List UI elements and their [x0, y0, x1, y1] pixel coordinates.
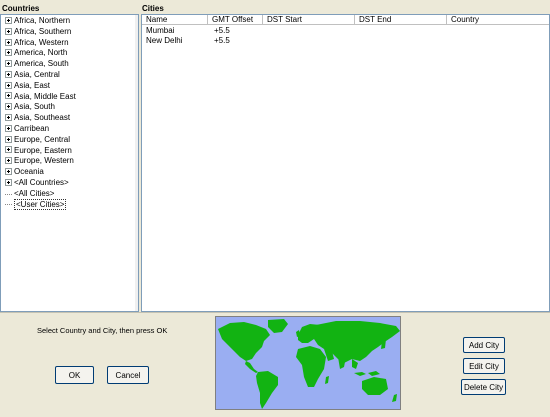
ok-button[interactable]: OK: [55, 366, 94, 384]
expand-plus-icon[interactable]: [5, 103, 12, 111]
tree-item-label: <All Cities>: [14, 188, 55, 198]
tree-item[interactable]: Europe, Eastern: [1, 146, 138, 157]
tree-item[interactable]: <User Cities>: [1, 198, 138, 211]
countries-tree[interactable]: Africa, Northern Africa, Southern Africa, …: [0, 14, 139, 312]
tree-item-label: America, North: [14, 48, 68, 58]
city-name: Mumbai: [146, 26, 175, 35]
tree-item[interactable]: Asia, East: [1, 81, 138, 92]
tree-item-label: Carribean: [14, 123, 50, 133]
expand-plus-icon[interactable]: [5, 38, 12, 46]
tree-item[interactable]: Oceania: [1, 167, 138, 178]
countries-pane-title: Countries: [2, 4, 40, 13]
expand-plus-icon[interactable]: [5, 92, 12, 100]
tree-item[interactable]: Asia, Middle East: [1, 92, 138, 103]
city-gmt-offset: +5.5: [214, 26, 230, 35]
tree-item-label: <All Countries>: [14, 177, 69, 187]
world-map: [215, 316, 401, 410]
tree-item-label: Africa, Western: [14, 37, 69, 47]
expand-plus-icon[interactable]: [5, 135, 12, 143]
table-row[interactable]: Mumbai +5.5: [142, 26, 549, 36]
expand-plus-icon[interactable]: [5, 178, 12, 186]
expand-plus-icon[interactable]: [5, 157, 12, 165]
expand-plus-icon[interactable]: [5, 27, 12, 35]
column-header-country[interactable]: Country: [447, 15, 549, 25]
column-header-dst-end[interactable]: DST End: [355, 15, 447, 25]
expand-plus-icon[interactable]: [5, 114, 12, 122]
add-city-button[interactable]: Add City: [463, 337, 505, 353]
tree-item[interactable]: <All Cities>: [1, 189, 138, 200]
tree-item-label: Africa, Southern: [14, 26, 72, 36]
countries-scrollbar[interactable]: [135, 15, 138, 311]
tree-item-label: Asia, South: [14, 102, 55, 112]
column-header-dst-start[interactable]: DST Start: [263, 15, 355, 25]
column-header-name[interactable]: Name: [142, 15, 208, 25]
column-header-gmt-offset[interactable]: GMT Offset: [208, 15, 263, 25]
city-gmt-offset: +5.5: [214, 36, 230, 45]
tree-item[interactable]: Asia, Southeast: [1, 113, 138, 124]
tree-item[interactable]: America, North: [1, 48, 138, 59]
expand-plus-icon[interactable]: [5, 49, 12, 57]
tree-item-label: Africa, Northern: [14, 16, 71, 25]
tree-item[interactable]: Carribean: [1, 124, 138, 135]
tree-item[interactable]: Africa, Northern: [1, 16, 138, 27]
expand-plus-icon[interactable]: [5, 70, 12, 78]
tree-item-label: Oceania: [14, 167, 44, 177]
tree-item-label: Europe, Eastern: [14, 145, 72, 155]
expand-plus-icon[interactable]: [5, 168, 12, 176]
tree-item[interactable]: America, South: [1, 59, 138, 70]
tree-item[interactable]: Asia, Central: [1, 70, 138, 81]
expand-plus-icon[interactable]: [5, 60, 12, 68]
tree-item-label: <User Cities>: [14, 198, 67, 210]
cities-pane-title: Cities: [142, 4, 164, 13]
expand-plus-icon[interactable]: [5, 16, 12, 24]
tree-connector-line: [5, 193, 12, 195]
cities-list[interactable]: Name GMT Offset DST Start DST End Countr…: [141, 14, 550, 312]
tree-item-label: Asia, East: [14, 80, 51, 90]
tree-item[interactable]: Europe, Central: [1, 135, 138, 146]
tree-item-label: Asia, Middle East: [14, 91, 76, 101]
tree-item-label: America, South: [14, 59, 69, 69]
tree-item[interactable]: Africa, Southern: [1, 27, 138, 38]
tree-item-label: Asia, Southeast: [14, 113, 71, 123]
city-name: New Delhi: [146, 36, 183, 45]
instruction-text: Select Country and City, then press OK: [37, 326, 168, 335]
expand-plus-icon[interactable]: [5, 124, 12, 132]
world-map-image: [216, 317, 400, 409]
tree-item[interactable]: Africa, Western: [1, 38, 138, 49]
tree-item-label: Europe, Western: [14, 156, 74, 166]
tree-item-label: Asia, Central: [14, 69, 60, 79]
edit-city-button[interactable]: Edit City: [463, 358, 505, 374]
expand-plus-icon[interactable]: [5, 81, 12, 89]
table-row[interactable]: New Delhi +5.5: [142, 36, 549, 46]
expand-plus-icon[interactable]: [5, 146, 12, 154]
tree-item[interactable]: <All Countries>: [1, 178, 138, 189]
tree-item[interactable]: Asia, South: [1, 102, 138, 113]
tree-connector-line: [5, 204, 12, 206]
delete-city-button[interactable]: Delete City: [461, 379, 506, 395]
cancel-button[interactable]: Cancel: [107, 366, 149, 384]
tree-item-label: Europe, Central: [14, 134, 71, 144]
tree-item[interactable]: Europe, Western: [1, 156, 138, 167]
